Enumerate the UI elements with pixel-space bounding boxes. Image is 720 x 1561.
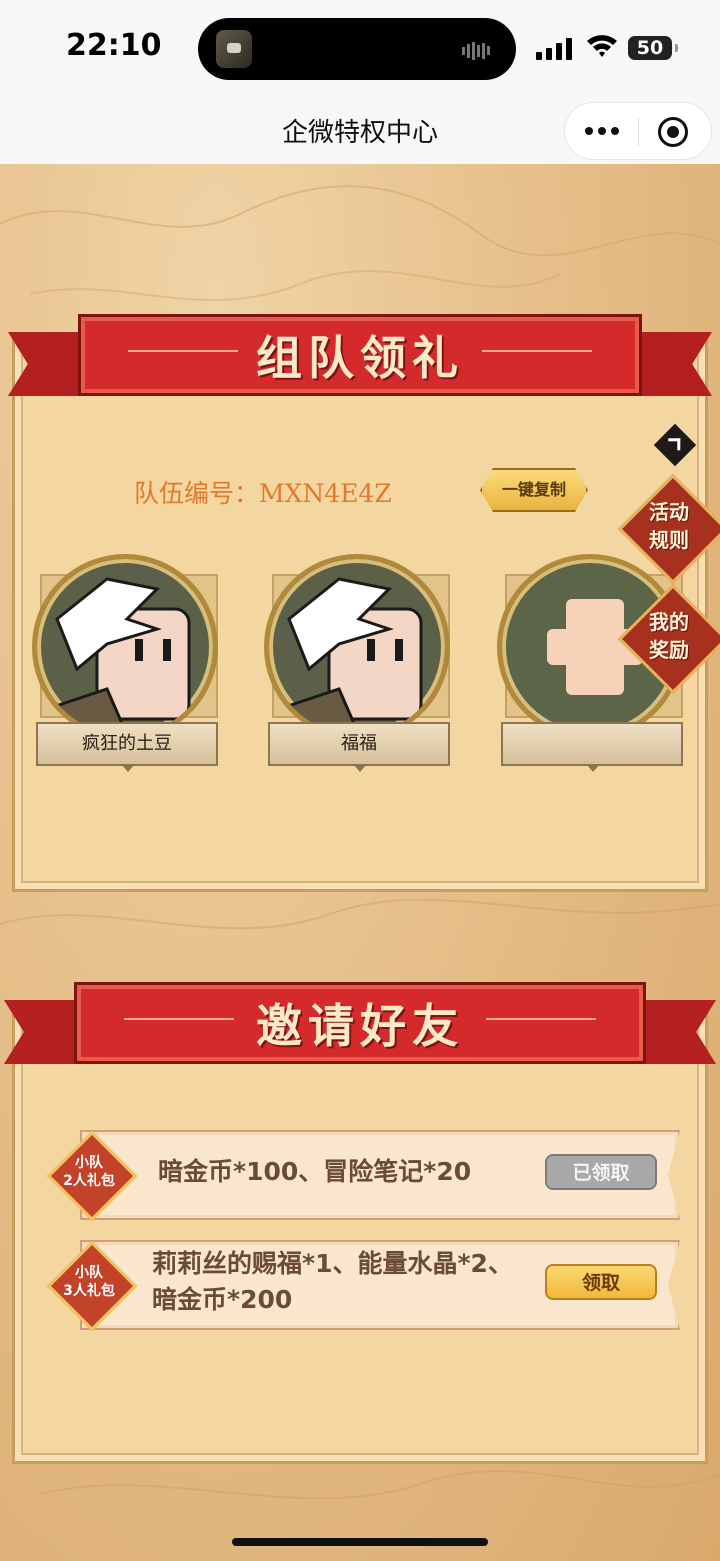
avatar-character-icon [269, 577, 423, 735]
mini-program-capsule [564, 102, 712, 160]
gift-reward-line1: 莉莉丝的赐福*1、能量水晶*2、 [152, 1249, 513, 1278]
gift-badge-top: 小队 [75, 1265, 103, 1281]
capsule-divider [638, 118, 639, 146]
invite-title-ribbon: 邀请好友 [4, 982, 716, 1074]
gift-reward-text: 莉莉丝的赐福*1、能量水晶*2、 暗金币*200 [152, 1246, 513, 1318]
rewards-label-line2: 奖励 [649, 638, 689, 662]
team-title-ribbon: 组队领礼 [8, 314, 712, 406]
battery-indicator: 50 [628, 36, 678, 60]
avatar [264, 554, 450, 740]
gift-reward-line1: 暗金币*100、冒险笔记*20 [158, 1157, 472, 1186]
team-id-label: 队伍编号：MXN4E4Z [134, 479, 392, 508]
close-target-icon[interactable] [658, 117, 688, 147]
gift-badge-top: 小队 [75, 1155, 103, 1171]
copy-team-id-button[interactable]: 一键复制 [480, 468, 588, 512]
cellular-signal-icon [536, 38, 576, 60]
gift-reward-line2: 暗金币*200 [152, 1285, 293, 1314]
rewards-label-line1: 我的 [649, 610, 689, 634]
now-playing-thumbnail-icon [216, 30, 252, 68]
dynamic-island[interactable] [198, 18, 516, 80]
main-content: 组队领礼 队伍编号：MXN4E4Z 一键复制 疯狂的土豆 福福 活动 规则 我的… [0, 164, 720, 1561]
team-member-slot-2[interactable]: 福福 [264, 554, 454, 784]
home-indicator[interactable] [232, 1538, 488, 1546]
nameplate-pointer [353, 764, 367, 772]
invite-panel [12, 1006, 708, 1464]
member-name-empty [501, 722, 683, 766]
nav-bar: 企微特权中心 [0, 98, 720, 164]
invite-section-title: 邀请好友 [256, 999, 464, 1053]
avatar [32, 554, 218, 740]
claim-button[interactable]: 领取 [545, 1264, 657, 1300]
nameplate-pointer [586, 764, 600, 772]
gift-badge-label: 小队 2人礼包 [49, 1154, 129, 1190]
status-bar: 22:10 50 [0, 0, 720, 98]
gift-badge-bottom: 2人礼包 [63, 1173, 115, 1189]
claimed-button: 已领取 [545, 1154, 657, 1190]
wifi-icon [587, 35, 617, 57]
nameplate-pointer [121, 764, 135, 772]
team-member-slot-1[interactable]: 疯狂的土豆 [32, 554, 222, 784]
gift-badge-label: 小队 3人礼包 [49, 1264, 129, 1300]
avatar-character-icon [37, 577, 191, 735]
member-name: 疯狂的土豆 [36, 722, 218, 766]
gift-reward-text: 暗金币*100、冒险笔记*20 [158, 1154, 471, 1190]
gift-badge-bottom: 3人礼包 [63, 1283, 115, 1299]
status-time: 22:10 [66, 28, 162, 63]
audio-wave-icon [462, 40, 496, 60]
rules-label-line1: 活动 [649, 500, 689, 524]
member-name: 福福 [268, 722, 450, 766]
team-section-title: 组队领礼 [256, 331, 464, 385]
rules-label-line2: 规则 [649, 528, 689, 552]
my-rewards-button[interactable]: 我的 奖励 [624, 608, 714, 664]
more-icon[interactable] [585, 125, 619, 137]
activity-rules-button[interactable]: 活动 规则 [624, 498, 714, 554]
